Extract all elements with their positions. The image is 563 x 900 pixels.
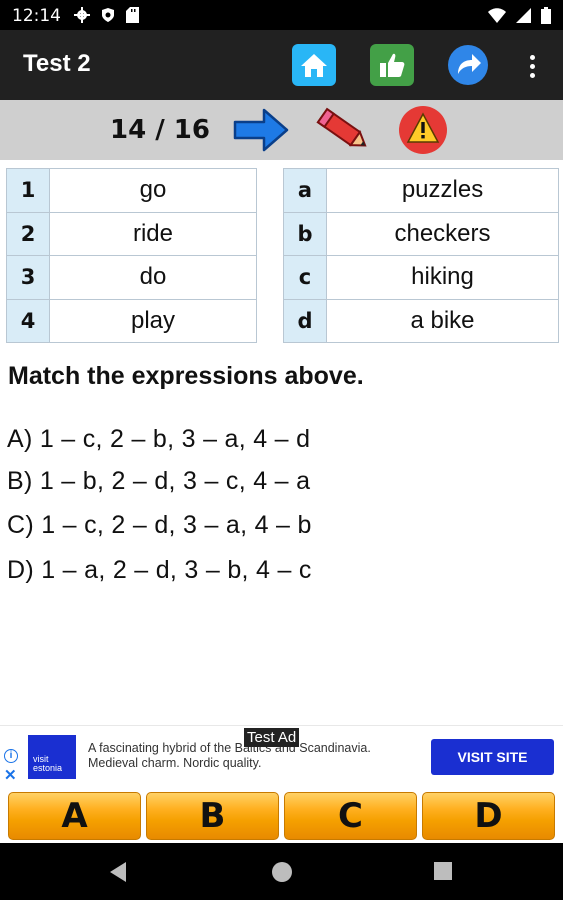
more-menu-button[interactable] — [520, 48, 544, 84]
ad-banner[interactable]: i ✕ visit estonia A fascinating hybrid o… — [0, 725, 563, 787]
row-key: 4 — [6, 298, 50, 343]
row-value: checkers — [326, 211, 559, 256]
answer-a-button[interactable]: A — [8, 792, 141, 840]
option-c: C) 1 – c, 2 – d, 3 – a, 4 – b — [7, 511, 312, 539]
signal-icon — [516, 8, 531, 23]
ad-logo: visit estonia — [28, 735, 76, 779]
table-row: b checkers — [283, 211, 559, 256]
table-row: a puzzles — [283, 168, 559, 213]
row-key: 1 — [6, 168, 50, 213]
share-button[interactable] — [446, 44, 490, 86]
ad-info-icon[interactable]: i — [4, 749, 18, 763]
thumbs-up-icon — [380, 53, 405, 77]
more-vert-icon — [529, 54, 535, 60]
table-row: c hiking — [283, 255, 559, 300]
option-d: D) 1 – a, 2 – d, 3 – b, 4 – c — [7, 556, 312, 584]
answer-c-button[interactable]: C — [284, 792, 417, 840]
table-row: 2 ride — [6, 211, 257, 256]
row-key: b — [283, 211, 327, 256]
ad-label: Test Ad — [244, 728, 300, 747]
row-value: ride — [49, 211, 257, 256]
answer-b-button[interactable]: B — [146, 792, 279, 840]
question-progress: 14 / 16 — [110, 115, 210, 145]
row-key: d — [283, 298, 327, 343]
home-icon — [301, 54, 327, 77]
app-title: Test 2 — [23, 50, 91, 77]
status-bar: 12:14 — [0, 0, 563, 30]
answer-bar: A B C D — [0, 787, 563, 843]
option-a: A) 1 – c, 2 – b, 3 – a, 4 – d — [7, 425, 311, 453]
next-arrow-icon — [233, 108, 289, 152]
app-bar: Test 2 — [0, 30, 563, 100]
table-row: da bike — [283, 298, 559, 343]
table-row: 1 go — [6, 168, 257, 213]
row-key: 3 — [6, 255, 50, 300]
row-key: 2 — [6, 211, 50, 256]
row-key: c — [283, 255, 327, 300]
system-nav-bar — [0, 843, 563, 900]
like-button[interactable] — [370, 44, 414, 86]
wifi-icon — [488, 8, 506, 23]
row-value: puzzles — [326, 168, 559, 213]
ad-close-icon[interactable]: ✕ — [4, 766, 17, 784]
row-value: play — [49, 298, 257, 343]
row-key: a — [283, 168, 327, 213]
table-row: 3 do — [6, 255, 257, 300]
right-match-table: a puzzles b checkers c hiking da bike — [283, 168, 559, 343]
option-b: B) 1 – b, 2 – d, 3 – c, 4 – a — [7, 467, 311, 495]
battery-icon — [541, 7, 551, 24]
row-value: go — [49, 168, 257, 213]
share-icon — [448, 45, 488, 85]
row-value: a bike — [326, 298, 559, 343]
answer-d-button[interactable]: D — [422, 792, 555, 840]
recents-icon — [434, 862, 452, 880]
ad-visit-site-button[interactable]: VISIT SITE — [431, 739, 554, 775]
next-question-button[interactable] — [232, 106, 290, 159]
warning-icon — [399, 106, 447, 154]
row-value: hiking — [326, 255, 559, 300]
gear-icon — [74, 7, 90, 23]
row-value: do — [49, 255, 257, 300]
question-text: Match the expressions above. — [8, 362, 364, 390]
nav-recents-button[interactable] — [433, 861, 453, 886]
edit-button[interactable] — [312, 104, 374, 161]
back-icon — [110, 862, 126, 882]
pencil-icon — [316, 107, 367, 147]
nav-home-button[interactable] — [271, 861, 293, 888]
table-row: 4 play — [6, 298, 257, 343]
home-circle-icon — [272, 862, 292, 882]
shield-icon — [102, 8, 114, 22]
left-match-table: 1 go 2 ride 3 do 4 play — [6, 168, 257, 343]
sd-card-icon — [126, 7, 139, 23]
report-button[interactable] — [396, 105, 450, 160]
nav-back-button[interactable] — [108, 861, 128, 888]
status-time: 12:14 — [12, 6, 61, 26]
home-button[interactable] — [292, 44, 336, 86]
